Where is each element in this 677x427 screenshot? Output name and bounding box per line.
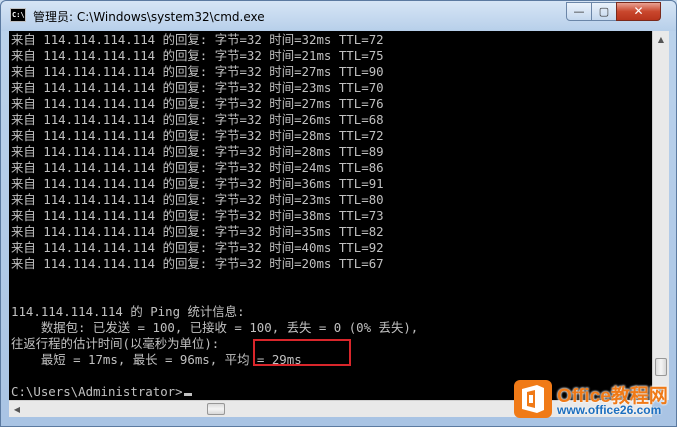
console-lines: 来自 114.114.114.114 的回复: 字节=32 时间=32ms TT… [11,32,418,400]
scroll-left-icon[interactable]: ◀ [9,401,25,417]
console-line: 来自 114.114.114.114 的回复: 字节=32 时间=24ms TT… [11,160,384,175]
minimize-button[interactable]: — [566,2,592,21]
text-cursor [183,393,192,396]
console-line: 来自 114.114.114.114 的回复: 字节=32 时间=28ms TT… [11,144,384,159]
title-bar[interactable]: C:\ 管理员: C:\Windows\system32\cmd.exe — ▢… [1,1,676,31]
site-watermark: Office教程网 www.office26.com [513,379,673,423]
console-line: 来自 114.114.114.114 的回复: 字节=32 时间=21ms TT… [11,48,384,63]
command-prompt: C:\Users\Administrator> [11,384,418,400]
console-line: 数据包: 已发送 = 100, 已接收 = 100, 丢失 = 0 (0% 丢失… [11,320,419,335]
window-title: 管理员: C:\Windows\system32\cmd.exe [33,10,265,24]
vertical-scroll-thumb[interactable] [655,358,667,376]
minimize-icon: — [573,5,585,18]
console-line: 来自 114.114.114.114 的回复: 字节=32 时间=26ms TT… [11,112,384,127]
console-line: 来自 114.114.114.114 的回复: 字节=32 时间=27ms TT… [11,96,384,111]
scroll-up-icon[interactable]: ▲ [653,31,669,48]
console-line: 来自 114.114.114.114 的回复: 字节=32 时间=27ms TT… [11,64,384,79]
maximize-icon: ▢ [598,5,610,18]
console-line: 114.114.114.114 的 Ping 统计信息: [11,304,245,319]
console-line: 来自 114.114.114.114 的回复: 字节=32 时间=28ms TT… [11,128,384,143]
console-line: 来自 114.114.114.114 的回复: 字节=32 时间=20ms TT… [11,256,384,271]
maximize-button[interactable]: ▢ [591,2,617,21]
close-button[interactable]: ✕ [616,2,661,21]
watermark-url: www.office26.com [557,403,662,417]
console-line: 来自 114.114.114.114 的回复: 字节=32 时间=35ms TT… [11,224,384,239]
console-output[interactable]: 来自 114.114.114.114 的回复: 字节=32 时间=32ms TT… [9,31,652,400]
console-line: 来自 114.114.114.114 的回复: 字节=32 时间=40ms TT… [11,240,384,255]
console-line: 来自 114.114.114.114 的回复: 字节=32 时间=32ms TT… [11,32,384,47]
horizontal-scroll-thumb[interactable] [207,403,225,415]
close-icon: ✕ [633,4,644,18]
vertical-scrollbar[interactable]: ▲ ▼ [652,31,669,400]
console-line: 来自 114.114.114.114 的回复: 字节=32 时间=23ms TT… [11,192,384,207]
office-logo-icon [514,380,552,418]
console-line: 来自 114.114.114.114 的回复: 字节=32 时间=36ms TT… [11,176,384,191]
console-line: 最短 = 17ms, 最长 = 96ms, 平均 = 29ms [11,352,302,367]
console-line: 往返行程的估计时间(以毫秒为单位): [11,336,220,351]
console-line: 来自 114.114.114.114 的回复: 字节=32 时间=23ms TT… [11,80,384,95]
average-highlight-box [253,339,351,366]
cmd-window: C:\ 管理员: C:\Windows\system32\cmd.exe — ▢… [0,0,677,427]
cmd-app-icon[interactable]: C:\ [10,8,26,22]
console-line: 来自 114.114.114.114 的回复: 字节=32 时间=38ms TT… [11,208,384,223]
